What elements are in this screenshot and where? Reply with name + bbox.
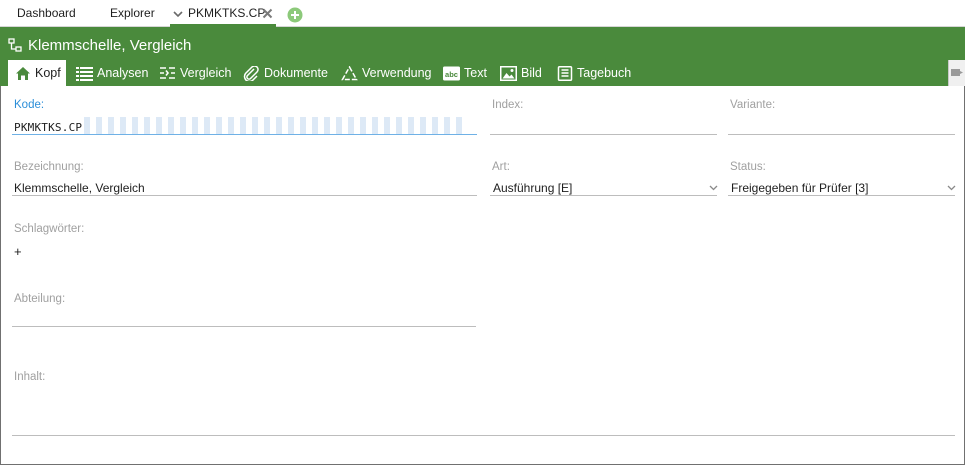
- bezeichnung-input[interactable]: Klemmschelle, Vergleich: [14, 181, 145, 195]
- tab-analysen[interactable]: Analysen: [76, 60, 148, 86]
- tab-text[interactable]: abc Text: [443, 60, 487, 86]
- tab-dashboard[interactable]: Dashboard: [17, 0, 76, 27]
- tab-tagebuch[interactable]: Tagebuch: [557, 60, 631, 86]
- add-keyword-button[interactable]: +: [14, 244, 22, 259]
- tab-pkmktks-label: PKMKTKS.CP: [188, 6, 266, 20]
- home-icon: [16, 66, 30, 80]
- record-header: Klemmschelle, Vergleich Kopf Analysen Ve…: [0, 27, 965, 86]
- variante-input[interactable]: [728, 134, 955, 135]
- tab-scroll-button[interactable]: [948, 60, 965, 86]
- tab-verwendung[interactable]: Verwendung: [341, 60, 432, 86]
- tab-kopf-label: Kopf: [35, 66, 61, 80]
- tab-verwendung-label: Verwendung: [362, 66, 432, 80]
- tab-dokumente[interactable]: Dokumente: [243, 60, 328, 86]
- bezeichnung-underline: [12, 195, 477, 196]
- kode-input[interactable]: PKMKTKS.CP: [14, 121, 82, 134]
- journal-icon: [557, 65, 573, 81]
- chevron-down-icon[interactable]: [709, 185, 718, 191]
- overflow-icon: [951, 69, 963, 76]
- add-tab-icon[interactable]: [287, 7, 303, 23]
- tab-dashboard-label: Dashboard: [17, 6, 76, 20]
- tab-tagebuch-label: Tagebuch: [577, 66, 632, 80]
- window-border-left: [0, 86, 1, 465]
- tab-explorer[interactable]: Explorer: [110, 0, 155, 27]
- tab-vergleich-label: Vergleich: [180, 66, 232, 80]
- art-label: Art:: [492, 161, 510, 173]
- art-select[interactable]: Ausführung [E]: [493, 181, 572, 195]
- kode-input-mask: [84, 117, 475, 134]
- inhalt-label: Inhalt:: [14, 371, 46, 383]
- status-underline: [728, 195, 955, 196]
- art-underline: [490, 195, 717, 196]
- status-label: Status:: [730, 161, 766, 173]
- variante-label: Variante:: [730, 99, 776, 111]
- chevron-down-icon[interactable]: [173, 9, 183, 19]
- status-select[interactable]: Freigegeben für Prüfer [3]: [731, 181, 868, 195]
- page-title: Klemmschelle, Vergleich: [28, 36, 192, 54]
- kode-label: Kode:: [14, 99, 45, 111]
- recycle-icon: [341, 65, 358, 80]
- paperclip-icon: [243, 65, 259, 81]
- image-icon: [500, 65, 517, 81]
- close-icon[interactable]: [262, 8, 273, 19]
- bezeichnung-label: Bezeichnung:: [14, 161, 84, 173]
- tab-pkmktks[interactable]: PKMKTKS.CP: [170, 0, 276, 27]
- tab-vergleich[interactable]: Vergleich: [159, 60, 231, 86]
- tab-bild[interactable]: Bild: [500, 60, 542, 86]
- tab-analysen-label: Analysen: [97, 66, 149, 80]
- tab-dokumente-label: Dokumente: [264, 66, 328, 80]
- compare-icon: [160, 66, 175, 79]
- tab-kopf[interactable]: Kopf: [8, 60, 66, 86]
- record-title: Klemmschelle, Vergleich: [8, 35, 191, 55]
- inhalt-input[interactable]: [12, 435, 955, 436]
- list-icon: [76, 66, 93, 81]
- index-label: Index:: [492, 99, 524, 111]
- abteilung-input[interactable]: [12, 326, 476, 327]
- index-input[interactable]: [490, 134, 717, 135]
- abc-icon: abc: [443, 66, 460, 80]
- kode-underline: [12, 134, 477, 135]
- tab-explorer-label: Explorer: [110, 6, 155, 20]
- schlagwoerter-label: Schlagwörter:: [14, 223, 85, 235]
- chevron-down-icon[interactable]: [947, 185, 956, 191]
- document-tab-strip: Dashboard Explorer PKMKTKS.CP: [0, 0, 965, 27]
- structure-icon: [8, 38, 22, 52]
- tab-bild-label: Bild: [521, 66, 542, 80]
- abteilung-label: Abteilung:: [14, 293, 66, 305]
- svg-text:abc: abc: [445, 70, 458, 79]
- tab-text-label: Text: [464, 66, 487, 80]
